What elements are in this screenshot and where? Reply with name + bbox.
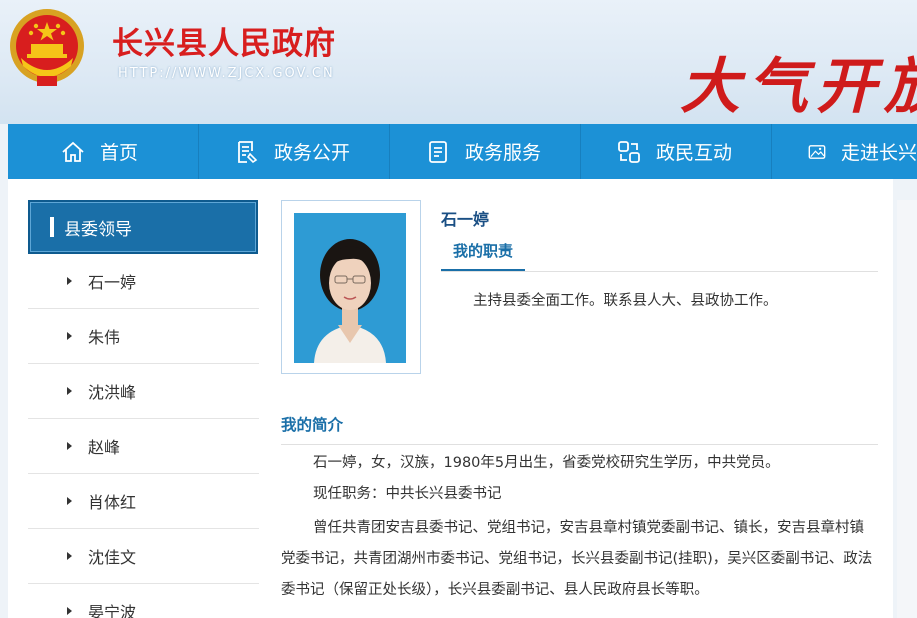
main-nav: 首页 政务公开 政务服务 政民互动 走进长兴 xyxy=(8,124,917,179)
leader-sidebar: 县委领导 石一婷 朱伟 沈洪峰 赵峰 肖体红 沈佳文 晏宁波 xyxy=(28,200,259,618)
picture-icon xyxy=(808,144,826,159)
bio-heading: 我的简介 xyxy=(281,416,344,434)
slogan-banner: 大气开放 xyxy=(680,52,917,122)
nav-label: 走进长兴 xyxy=(840,142,917,164)
sidebar-item-leader[interactable]: 沈佳文 xyxy=(28,529,259,584)
bullet-arrow-icon xyxy=(67,497,72,505)
leader-name: 晏宁波 xyxy=(88,603,137,618)
sidebar-item-leader[interactable]: 晏宁波 xyxy=(28,584,259,618)
nav-label: 政务公开 xyxy=(274,142,351,164)
bullet-arrow-icon xyxy=(67,552,72,560)
nav-label: 政民互动 xyxy=(656,142,733,164)
leader-name: 沈佳文 xyxy=(88,548,137,567)
document-icon xyxy=(238,140,258,163)
person-name: 石一婷 xyxy=(441,210,490,229)
sidebar-header[interactable]: 县委领导 xyxy=(28,200,258,254)
bullet-arrow-icon xyxy=(67,607,72,615)
duty-description: 主持县委全面工作。联系县人大、县政协工作。 xyxy=(473,293,778,309)
bio-paragraph: 石一婷，女，汉族，1980年5月出生，省委党校研究生学历，中共党员。 xyxy=(313,455,780,471)
sidebar-item-leader[interactable]: 朱伟 xyxy=(28,309,259,364)
portrait-frame xyxy=(281,200,421,374)
home-icon xyxy=(62,141,84,162)
bullet-arrow-icon xyxy=(67,387,72,395)
nav-government-services[interactable]: 政务服务 xyxy=(389,124,580,179)
national-emblem-icon[interactable] xyxy=(7,6,87,90)
sidebar-item-leader[interactable]: 肖体红 xyxy=(28,474,259,529)
site-url: HTTP://WWW.ZJCX.GOV.CN xyxy=(118,66,335,81)
sidebar-title: 县委领导 xyxy=(64,219,132,240)
right-sidebar-edge xyxy=(897,200,917,618)
nav-label: 政务服务 xyxy=(465,142,542,164)
bullet-arrow-icon xyxy=(67,277,72,285)
nav-label: 首页 xyxy=(100,142,139,164)
sidebar-item-leader[interactable]: 赵峰 xyxy=(28,419,259,474)
nav-home[interactable]: 首页 xyxy=(8,124,198,179)
leader-name: 朱伟 xyxy=(88,328,121,347)
leader-name: 赵峰 xyxy=(88,438,121,457)
bullet-arrow-icon xyxy=(67,332,72,340)
bio-paragraph: 现任职务：中共长兴县委书记 xyxy=(313,486,502,502)
nav-about-changxing[interactable]: 走进长兴 xyxy=(771,124,917,179)
sidebar-item-leader[interactable]: 沈洪峰 xyxy=(28,364,259,419)
divider xyxy=(441,271,878,272)
site-header: 长兴县人民政府 HTTP://WWW.ZJCX.GOV.CN 大气开放 xyxy=(0,0,917,124)
leader-name: 肖体红 xyxy=(88,493,137,512)
sidebar-item-leader[interactable]: 石一婷 xyxy=(28,254,259,309)
bullet-arrow-icon xyxy=(67,442,72,450)
leader-name: 沈洪峰 xyxy=(88,383,137,402)
portrait-illustration xyxy=(294,213,406,363)
divider xyxy=(281,444,878,445)
leader-name: 石一婷 xyxy=(88,273,137,292)
service-icon xyxy=(429,140,447,163)
interaction-icon xyxy=(618,140,640,163)
nav-public-interaction[interactable]: 政民互动 xyxy=(580,124,771,179)
header-accent-bar xyxy=(50,217,54,237)
nav-government-affairs[interactable]: 政务公开 xyxy=(198,124,389,179)
portrait-photo xyxy=(294,213,406,363)
site-title[interactable]: 长兴县人民政府 xyxy=(112,18,336,63)
tab-duties[interactable]: 我的职责 xyxy=(441,240,525,272)
bio-paragraph: 曾任共青团安吉县委书记、党组书记，安吉县章村镇党委副书记、镇长，安吉县章村镇党委… xyxy=(281,520,873,598)
